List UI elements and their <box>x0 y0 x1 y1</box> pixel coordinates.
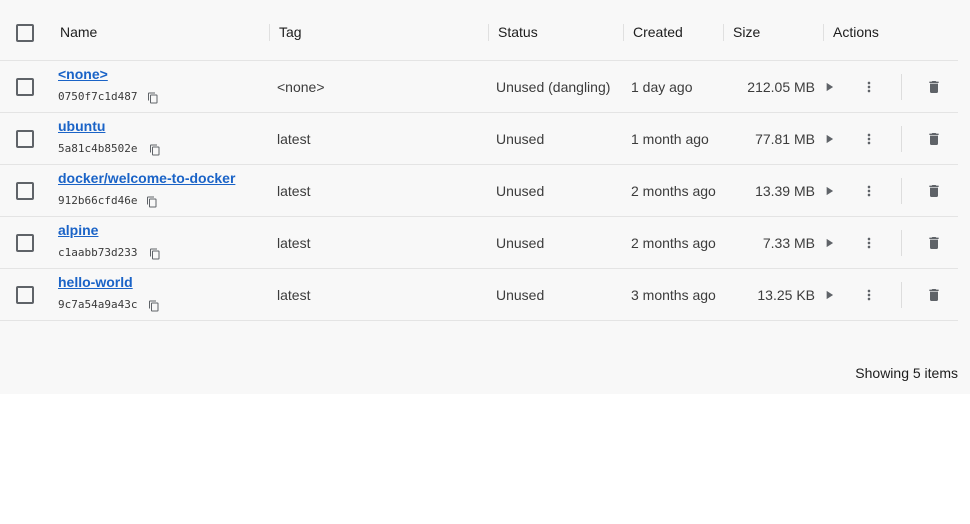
run-button[interactable] <box>819 233 839 253</box>
image-id: 9c7a54a9a43c <box>58 298 138 311</box>
image-created: 2 months ago <box>631 183 716 199</box>
column-header-actions: Actions <box>833 24 879 40</box>
copy-icon[interactable] <box>149 144 161 156</box>
column-header-name[interactable]: Name <box>60 0 97 61</box>
copy-icon[interactable] <box>146 196 158 208</box>
row-checkbox[interactable] <box>16 234 34 252</box>
more-actions-button[interactable] <box>859 77 879 97</box>
copy-icon[interactable] <box>148 300 160 312</box>
trash-icon <box>929 133 939 145</box>
image-size: 13.25 KB <box>757 287 815 303</box>
image-tag: latest <box>277 287 311 303</box>
more-actions-button[interactable] <box>859 181 879 201</box>
more-vert-icon <box>867 185 871 197</box>
copy-icon[interactable] <box>149 248 161 260</box>
trash-icon <box>929 237 939 249</box>
image-created: 2 months ago <box>631 235 716 251</box>
play-icon <box>826 238 834 248</box>
table-row: ubuntu 5a81c4b8502e latest Unused 1 mont… <box>0 113 958 165</box>
image-created: 1 day ago <box>631 79 693 95</box>
image-name-link[interactable]: ubuntu <box>58 118 105 134</box>
column-header-tag[interactable]: Tag <box>279 0 302 61</box>
row-checkbox[interactable] <box>16 78 34 96</box>
action-divider <box>901 126 902 152</box>
image-status: Unused <box>496 287 545 303</box>
select-all-checkbox[interactable] <box>16 24 34 42</box>
column-header-created[interactable]: Created <box>633 0 683 61</box>
image-created: 1 month ago <box>631 131 709 147</box>
column-divider[interactable] <box>823 24 824 41</box>
delete-button[interactable] <box>924 129 944 149</box>
play-icon <box>826 134 834 144</box>
play-icon <box>826 82 834 92</box>
images-table-panel: Name Tag Status Created Size Actions <no… <box>0 0 970 394</box>
image-status: Unused <box>496 235 545 251</box>
table-row: <none> 0750f7c1d487 <none> Unused (dangl… <box>0 61 958 113</box>
play-icon <box>826 290 834 300</box>
image-tag: <none> <box>277 79 325 95</box>
table-row: docker/welcome-to-docker 912b66cfd46e la… <box>0 165 958 217</box>
run-button[interactable] <box>819 285 839 305</box>
column-divider[interactable] <box>269 24 270 41</box>
image-name-link[interactable]: docker/welcome-to-docker <box>58 170 235 186</box>
image-status: Unused <box>496 183 545 199</box>
image-size: 7.33 MB <box>762 235 815 251</box>
more-vert-icon <box>867 81 871 93</box>
image-id: 5a81c4b8502e <box>58 142 138 155</box>
action-divider <box>901 230 902 256</box>
table-header: Name Tag Status Created Size Actions <box>0 0 958 61</box>
run-button[interactable] <box>819 77 839 97</box>
table-row: alpine c1aabb73d233 latest Unused 2 mont… <box>0 217 958 269</box>
image-name-link[interactable]: <none> <box>58 66 108 82</box>
row-checkbox[interactable] <box>16 286 34 304</box>
image-id: 0750f7c1d487 <box>58 90 138 103</box>
action-divider <box>901 282 902 308</box>
delete-button[interactable] <box>924 285 944 305</box>
image-created: 3 months ago <box>631 287 716 303</box>
image-name-link[interactable]: hello-world <box>58 274 133 290</box>
more-vert-icon <box>867 237 871 249</box>
delete-button[interactable] <box>924 181 944 201</box>
image-status: Unused <box>496 131 545 147</box>
column-divider[interactable] <box>623 24 624 41</box>
action-divider <box>901 74 902 100</box>
column-header-status[interactable]: Status <box>498 0 538 61</box>
run-button[interactable] <box>819 129 839 149</box>
more-actions-button[interactable] <box>859 285 879 305</box>
trash-icon <box>929 81 939 93</box>
play-icon <box>826 186 834 196</box>
image-size: 212.05 MB <box>747 79 815 95</box>
image-name-link[interactable]: alpine <box>58 222 98 238</box>
image-size: 13.39 MB <box>755 183 815 199</box>
image-status: Unused (dangling) <box>496 79 611 95</box>
image-size: 77.81 MB <box>755 131 815 147</box>
image-tag: latest <box>277 131 311 147</box>
more-vert-icon <box>867 289 871 301</box>
trash-icon <box>929 289 939 301</box>
item-count: Showing 5 items <box>855 365 958 381</box>
delete-button[interactable] <box>924 233 944 253</box>
image-id: c1aabb73d233 <box>58 246 138 259</box>
column-header-size[interactable]: Size <box>733 0 760 61</box>
image-id: 912b66cfd46e <box>58 194 138 207</box>
row-checkbox[interactable] <box>16 182 34 200</box>
row-checkbox[interactable] <box>16 130 34 148</box>
column-divider[interactable] <box>488 24 489 41</box>
copy-icon[interactable] <box>147 92 159 104</box>
action-divider <box>901 178 902 204</box>
image-tag: latest <box>277 235 311 251</box>
more-actions-button[interactable] <box>859 233 879 253</box>
more-actions-button[interactable] <box>859 129 879 149</box>
run-button[interactable] <box>819 181 839 201</box>
table-row: hello-world 9c7a54a9a43c latest Unused 3… <box>0 269 958 321</box>
image-tag: latest <box>277 183 311 199</box>
column-divider[interactable] <box>723 24 724 41</box>
delete-button[interactable] <box>924 77 944 97</box>
more-vert-icon <box>867 133 871 145</box>
trash-icon <box>929 185 939 197</box>
